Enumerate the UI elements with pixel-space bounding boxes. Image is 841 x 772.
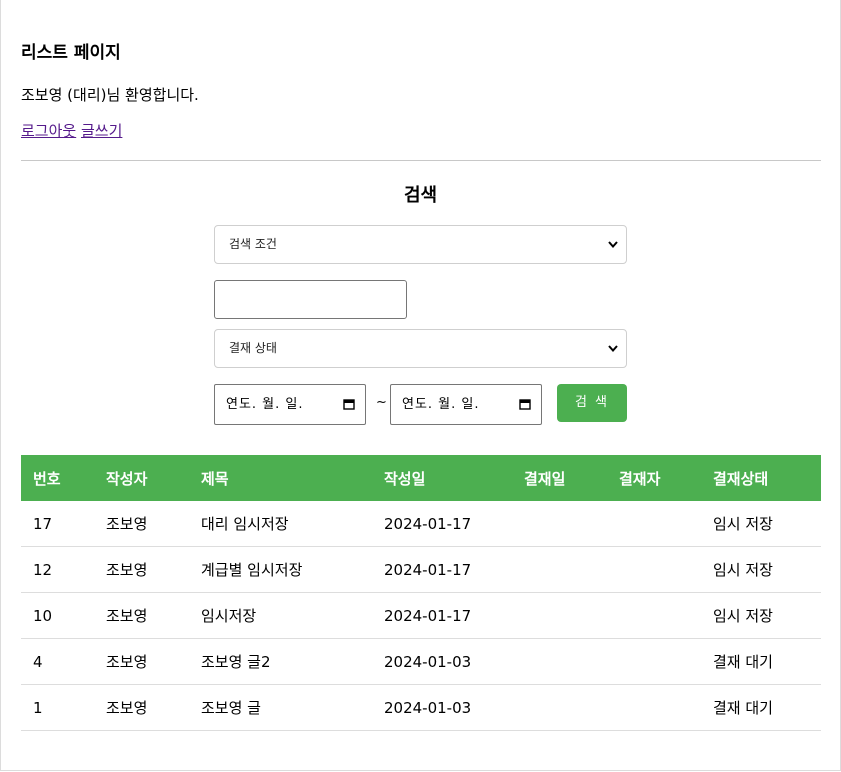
cell-approver xyxy=(607,546,701,593)
column-header: 작성일 xyxy=(372,455,512,501)
cell-approval-status: 결재 대기 xyxy=(701,638,821,685)
end-date-input[interactable]: 연도. 월. 일. xyxy=(390,384,542,425)
calendar-icon[interactable] xyxy=(343,398,355,410)
start-date-value: 연도. 월. 일. xyxy=(226,397,304,412)
cell-number: 1 xyxy=(21,684,94,731)
search-condition-value: 검색 조건 xyxy=(229,237,277,251)
write-post-link[interactable]: 글쓰기 xyxy=(81,122,122,140)
chevron-down-icon xyxy=(608,330,618,382)
cell-title[interactable]: 조보영 글 xyxy=(189,684,372,731)
cell-created-date: 2024-01-03 xyxy=(372,684,512,731)
cell-approval-date xyxy=(512,638,607,685)
cell-author: 조보영 xyxy=(94,501,189,547)
column-header: 결재상태 xyxy=(701,455,821,501)
cell-title[interactable]: 대리 임시저장 xyxy=(189,501,372,547)
approval-status-value: 결재 상태 xyxy=(229,341,277,355)
cell-title[interactable]: 조보영 글2 xyxy=(189,638,372,685)
cell-author: 조보영 xyxy=(94,684,189,731)
cell-number: 4 xyxy=(21,638,94,685)
start-date-input[interactable]: 연도. 월. 일. xyxy=(214,384,366,425)
table-row[interactable]: 17 조보영 대리 임시저장 2024-01-17 임시 저장 xyxy=(21,501,821,547)
table-row[interactable]: 4 조보영 조보영 글2 2024-01-03 결재 대기 xyxy=(21,638,821,685)
search-button[interactable]: 검 색 xyxy=(557,384,627,422)
column-header: 결재자 xyxy=(607,455,701,501)
page-title: 리스트 페이지 xyxy=(21,43,121,63)
cell-created-date: 2024-01-03 xyxy=(372,638,512,685)
divider xyxy=(21,160,821,161)
end-date-value: 연도. 월. 일. xyxy=(402,397,480,412)
logout-link[interactable]: 로그아웃 xyxy=(21,122,76,140)
cell-approval-date xyxy=(512,684,607,731)
cell-approval-status: 임시 저장 xyxy=(701,546,821,593)
cell-title[interactable]: 계급별 임시저장 xyxy=(189,546,372,593)
cell-approver xyxy=(607,592,701,639)
calendar-icon[interactable] xyxy=(519,398,531,410)
welcome-message: 조보영 (대리)님 환영합니다. xyxy=(21,86,199,104)
column-header: 작성자 xyxy=(94,455,189,501)
cell-approval-date xyxy=(512,501,607,547)
cell-approver xyxy=(607,684,701,731)
table-row[interactable]: 12 조보영 계급별 임시저장 2024-01-17 임시 저장 xyxy=(21,546,821,593)
column-header: 번호 xyxy=(21,455,94,501)
cell-created-date: 2024-01-17 xyxy=(372,546,512,593)
table-row[interactable]: 10 조보영 임시저장 2024-01-17 임시 저장 xyxy=(21,592,821,639)
cell-approval-date xyxy=(512,592,607,639)
date-range-separator: ~ xyxy=(376,395,387,410)
table-header-row: 번호 작성자 제목 작성일 결재일 결재자 결재상태 xyxy=(21,455,821,501)
cell-approval-status: 임시 저장 xyxy=(701,592,821,639)
header-links: 로그아웃 글쓰기 xyxy=(21,120,122,141)
cell-approver xyxy=(607,638,701,685)
cell-created-date: 2024-01-17 xyxy=(372,592,512,639)
cell-author: 조보영 xyxy=(94,638,189,685)
cell-number: 10 xyxy=(21,592,94,639)
cell-created-date: 2024-01-17 xyxy=(372,501,512,547)
search-keyword-input[interactable] xyxy=(214,280,407,319)
column-header: 제목 xyxy=(189,455,372,501)
cell-approval-status: 임시 저장 xyxy=(701,501,821,547)
cell-author: 조보영 xyxy=(94,592,189,639)
cell-author: 조보영 xyxy=(94,546,189,593)
cell-approver xyxy=(607,501,701,547)
search-title: 검색 xyxy=(403,185,438,206)
approval-status-select[interactable]: 결재 상태 xyxy=(214,329,627,368)
table-row[interactable]: 1 조보영 조보영 글 2024-01-03 결재 대기 xyxy=(21,684,821,731)
cell-number: 17 xyxy=(21,501,94,547)
cell-approval-status: 결재 대기 xyxy=(701,684,821,731)
search-condition-select[interactable]: 검색 조건 xyxy=(214,225,627,264)
post-list-table: 번호 작성자 제목 작성일 결재일 결재자 결재상태 17 조보영 대리 임시저… xyxy=(21,455,821,731)
cell-title[interactable]: 임시저장 xyxy=(189,592,372,639)
column-header: 결재일 xyxy=(512,455,607,501)
cell-approval-date xyxy=(512,546,607,593)
cell-number: 12 xyxy=(21,546,94,593)
chevron-down-icon xyxy=(608,226,618,278)
